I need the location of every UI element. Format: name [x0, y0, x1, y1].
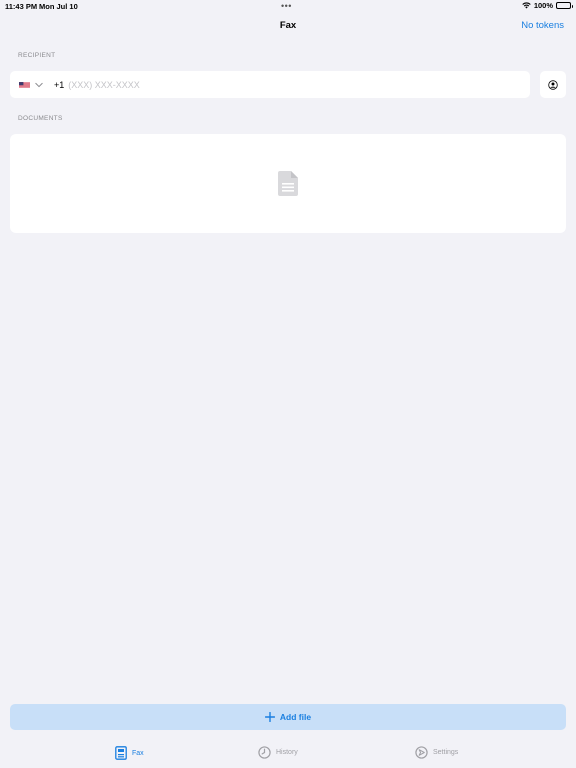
wifi-icon — [522, 2, 531, 9]
chevron-down-icon[interactable] — [35, 82, 43, 88]
tab-fax[interactable]: Fax — [115, 746, 144, 760]
clock-icon — [258, 746, 271, 759]
phone-number-input[interactable] — [68, 79, 369, 90]
status-bar: 11:43 PM Mon Jul 10 ••• 100% — [0, 0, 576, 12]
battery-icon — [556, 2, 573, 9]
tab-fax-label: Fax — [132, 749, 144, 757]
tab-history[interactable]: History — [258, 746, 298, 759]
fax-icon — [115, 746, 127, 760]
settings-icon — [415, 746, 428, 759]
multitasking-dots-icon[interactable]: ••• — [281, 1, 292, 11]
add-file-label: Add file — [279, 712, 312, 722]
contacts-button[interactable] — [540, 71, 566, 98]
tab-settings-label: Settings — [433, 749, 459, 756]
documents-label: DOCUMENTS — [18, 115, 63, 122]
us-flag-icon[interactable] — [19, 81, 30, 89]
country-code: +1 — [54, 79, 65, 90]
recipient-label: RECIPIENT — [18, 52, 56, 59]
tab-history-label: History — [276, 749, 298, 756]
tab-settings[interactable]: Settings — [415, 746, 458, 759]
status-date: Mon Jul 10 — [39, 2, 78, 11]
status-right: 100% — [522, 1, 573, 10]
recipient-field: +1 — [10, 71, 530, 98]
tab-bar: Fax History Settings — [0, 740, 576, 768]
page-title: Fax — [279, 20, 297, 31]
battery-percent: 100% — [533, 1, 553, 10]
plus-icon — [264, 712, 275, 722]
document-icon — [278, 171, 298, 196]
documents-drop-area[interactable] — [10, 134, 566, 233]
add-file-button[interactable]: Add file — [10, 704, 566, 730]
status-time: 11:43 PM — [5, 2, 38, 11]
person-circle-icon — [548, 79, 558, 90]
tokens-button[interactable]: No tokens — [521, 20, 564, 31]
